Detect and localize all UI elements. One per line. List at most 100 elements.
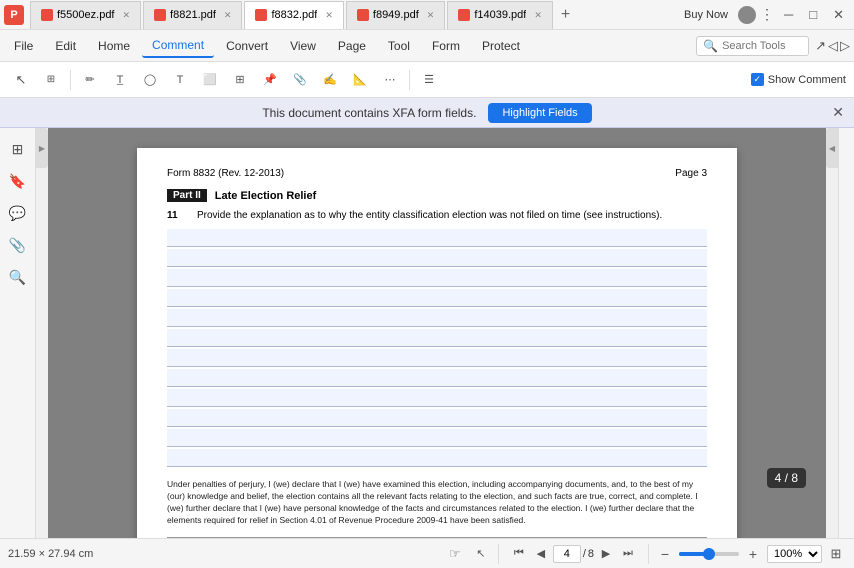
highlight-fields-button[interactable]: Highlight Fields xyxy=(488,103,591,123)
table-btn[interactable]: ⊞ xyxy=(227,67,253,93)
menu-form[interactable]: Form xyxy=(422,35,470,57)
tab-close-5[interactable]: ✕ xyxy=(534,10,542,21)
zoom-slider[interactable] xyxy=(679,552,739,556)
answer-line-4[interactable] xyxy=(167,289,707,307)
answer-line-8[interactable] xyxy=(167,369,707,387)
nav-back-icon[interactable]: ◁ xyxy=(828,38,838,54)
more-btn[interactable]: ⋯ xyxy=(377,67,403,93)
menu-file[interactable]: File xyxy=(4,35,43,57)
menu-home[interactable]: Home xyxy=(88,35,140,57)
measure-btn[interactable]: 📐 xyxy=(347,67,373,93)
signature-btn[interactable]: ✍ xyxy=(317,67,343,93)
question-number: 11 xyxy=(167,210,187,221)
stamp-btn[interactable]: ⬜ xyxy=(197,67,223,93)
document-size: 21.59 × 27.94 cm xyxy=(8,548,93,560)
answer-line-10[interactable] xyxy=(167,409,707,427)
zoom-in-btn[interactable]: + xyxy=(743,544,763,564)
nav-forward-icon[interactable]: ▷ xyxy=(840,38,850,54)
answer-line-11[interactable] xyxy=(167,429,707,447)
answer-line-12[interactable] xyxy=(167,449,707,467)
tab-f8821[interactable]: f8821.pdf ✕ xyxy=(143,1,242,29)
answer-line-7[interactable] xyxy=(167,349,707,367)
menu-view[interactable]: View xyxy=(280,35,326,57)
search-icon: 🔍 xyxy=(703,39,718,53)
manage-btn[interactable]: ☰ xyxy=(416,67,442,93)
next-page-btn[interactable]: ▶ xyxy=(596,544,616,564)
tab-f8949[interactable]: f8949.pdf ✕ xyxy=(346,1,445,29)
select-text-btn[interactable]: ↖ xyxy=(470,543,492,565)
hand-tool-btn[interactable]: ☞ xyxy=(444,543,466,565)
total-pages: 8 xyxy=(588,548,594,560)
right-expand-handle[interactable]: ◀ xyxy=(826,128,838,168)
title-bar: P f5500ez.pdf ✕ f8821.pdf ✕ f8832.pdf ✕ … xyxy=(0,0,854,30)
answer-line-1[interactable] xyxy=(167,229,707,247)
menu-page[interactable]: Page xyxy=(328,35,376,57)
sig-header-title: Title xyxy=(572,537,707,538)
fit-page-btn[interactable]: ⊞ xyxy=(826,544,846,564)
menu-convert[interactable]: Convert xyxy=(216,35,278,57)
menu-dots[interactable]: ⋮ xyxy=(760,6,774,23)
answer-line-9[interactable] xyxy=(167,389,707,407)
text-btn[interactable]: T xyxy=(167,67,193,93)
answer-line-5[interactable] xyxy=(167,309,707,327)
answer-line-2[interactable] xyxy=(167,249,707,267)
zoom-out-btn[interactable]: − xyxy=(655,544,675,564)
sticky-note-btn[interactable]: 📌 xyxy=(257,67,283,93)
tab-f14039[interactable]: f14039.pdf ✕ xyxy=(447,1,553,29)
zoom-select[interactable]: 100% 75% 125% 150% xyxy=(767,545,822,563)
user-avatar xyxy=(738,6,756,24)
shapes-btn[interactable]: ◯ xyxy=(137,67,163,93)
page-number-input[interactable] xyxy=(553,545,581,563)
new-tab-button[interactable]: + xyxy=(555,1,576,29)
highlight-btn[interactable]: ✏ xyxy=(77,67,103,93)
tab-f5500ez[interactable]: f5500ez.pdf ✕ xyxy=(30,1,141,29)
sidebar-bookmarks-icon[interactable]: 🔖 xyxy=(5,168,31,194)
select-tool-btn[interactable]: ⊞ xyxy=(38,67,64,93)
last-page-btn[interactable]: ⏭ xyxy=(618,544,638,564)
cursor-tool-btn[interactable]: ↖ xyxy=(8,67,34,93)
tab-close-3[interactable]: ✕ xyxy=(325,10,333,21)
toolbar: ↖ ⊞ ✏ T̲ ◯ T ⬜ ⊞ 📌 📎 ✍ 📐 ⋯ ☰ Show Commen… xyxy=(0,62,854,98)
sidebar-comments-icon[interactable]: 💬 xyxy=(5,200,31,226)
pdf-page: Form 8832 (Rev. 12-2013) Page 3 Part II … xyxy=(137,148,737,538)
part-title: Late Election Relief xyxy=(215,190,316,202)
sidebar-attachments-icon[interactable]: 📎 xyxy=(5,232,31,258)
notification-bar: This document contains XFA form fields. … xyxy=(0,98,854,128)
page-number: Page 3 xyxy=(675,168,707,179)
tab-f8832[interactable]: f8832.pdf ✕ xyxy=(244,1,343,29)
external-link-icon[interactable]: ↗ xyxy=(815,38,826,54)
maximize-button[interactable]: □ xyxy=(803,5,823,24)
part-label: Part II Late Election Relief xyxy=(167,189,316,202)
question-text: Provide the explanation as to why the en… xyxy=(197,210,662,221)
tab-close-2[interactable]: ✕ xyxy=(224,10,232,21)
show-comment-toggle[interactable]: Show Comment xyxy=(751,73,846,86)
prev-page-btn[interactable]: ◀ xyxy=(531,544,551,564)
close-button[interactable]: ✕ xyxy=(827,5,850,25)
menu-protect[interactable]: Protect xyxy=(472,35,530,57)
tab-close-1[interactable]: ✕ xyxy=(123,10,131,21)
menu-bar: File Edit Home Comment Convert View Page… xyxy=(0,30,854,62)
tab-close-4[interactable]: ✕ xyxy=(427,10,435,21)
underline-btn[interactable]: T̲ xyxy=(107,67,133,93)
show-comment-checkbox[interactable] xyxy=(751,73,764,86)
menu-edit[interactable]: Edit xyxy=(45,35,86,57)
buy-now-button[interactable]: Buy Now xyxy=(678,7,734,23)
pdf-header: Form 8832 (Rev. 12-2013) Page 3 xyxy=(167,168,707,179)
right-sidebar xyxy=(838,128,854,538)
menu-comment[interactable]: Comment xyxy=(142,34,214,58)
sidebar-pages-icon[interactable]: ⊞ xyxy=(5,136,31,162)
sig-header-date: Date xyxy=(437,537,572,538)
page-sep: / xyxy=(583,548,586,560)
left-expand-handle[interactable]: ▶ xyxy=(36,128,48,168)
answer-line-6[interactable] xyxy=(167,329,707,347)
sidebar-search-icon[interactable]: 🔍 xyxy=(5,264,31,290)
menu-tool[interactable]: Tool xyxy=(378,35,420,57)
answer-line-3[interactable] xyxy=(167,269,707,287)
left-sidebar: ⊞ 🔖 💬 📎 🔍 xyxy=(0,128,36,538)
attach-btn[interactable]: 📎 xyxy=(287,67,313,93)
first-page-btn[interactable]: ⏮ xyxy=(509,544,529,564)
notification-close-icon[interactable]: ✕ xyxy=(832,104,844,121)
minimize-button[interactable]: ─ xyxy=(778,5,799,24)
pdf-area[interactable]: Form 8832 (Rev. 12-2013) Page 3 Part II … xyxy=(48,128,826,538)
search-tools-input[interactable] xyxy=(722,40,802,52)
